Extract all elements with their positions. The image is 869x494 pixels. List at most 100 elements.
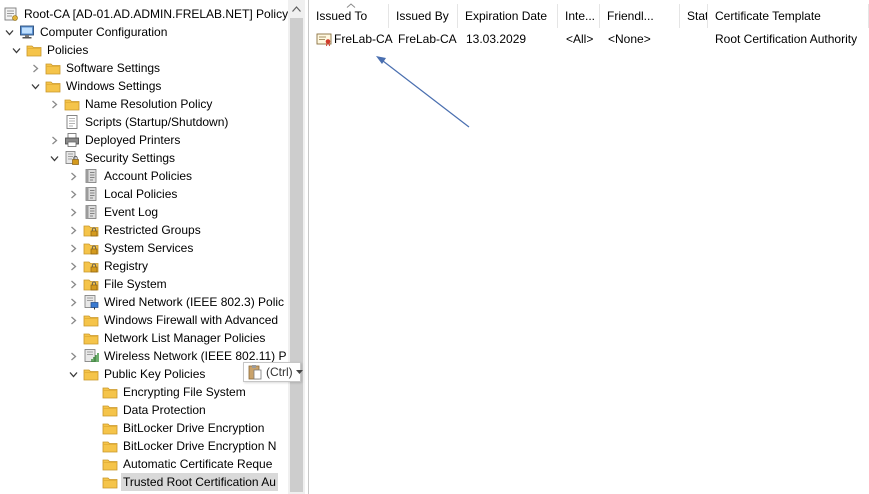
table-cell: <None> — [608, 32, 651, 46]
folder-icon — [102, 474, 118, 490]
policy-scroll-icon — [3, 6, 19, 22]
tree-item[interactable]: Public Key Policies — [67, 365, 207, 383]
table-cell: Root Certification Authority — [715, 32, 858, 46]
tree-item-label: Registry — [104, 259, 149, 273]
chevron-down-icon[interactable] — [29, 77, 41, 95]
chevron-right-icon[interactable] — [67, 347, 79, 365]
table-cell: 13.03.2029 — [466, 32, 527, 46]
tree-item[interactable]: Policies — [10, 41, 90, 59]
chevron-down-icon[interactable] — [10, 41, 22, 59]
chevron-right-icon[interactable] — [67, 221, 79, 239]
wired-network-icon — [83, 294, 99, 310]
paste-options-label: (Ctrl) — [266, 365, 293, 379]
tree-item[interactable]: Name Resolution Policy — [48, 95, 214, 113]
tree-item-label: Public Key Policies — [104, 367, 206, 381]
folder-icon — [102, 420, 118, 436]
table-cell: <All> — [566, 32, 594, 46]
folder-icon — [83, 366, 99, 382]
chevron-right-icon[interactable] — [67, 167, 79, 185]
tree-item-label: Restricted Groups — [104, 223, 201, 237]
folder-icon — [102, 402, 118, 418]
locked-folder-icon — [83, 276, 99, 292]
tree-item-label: Windows Settings — [66, 79, 162, 93]
tree-item-label: Scripts (Startup/Shutdown) — [85, 115, 229, 129]
tree-item-label: Name Resolution Policy — [85, 97, 213, 111]
policy-book-icon — [83, 204, 99, 220]
chevron-right-icon[interactable] — [67, 239, 79, 257]
tree-vertical-scrollbar[interactable] — [288, 0, 305, 494]
locked-folder-icon — [83, 258, 99, 274]
tree-item-label: Network List Manager Policies — [104, 331, 266, 345]
tree-item-label: Event Log — [104, 205, 159, 219]
tree-item-label: BitLocker Drive Encryption N — [123, 439, 277, 453]
tree-item[interactable]: File System — [67, 275, 169, 293]
tree-item-label: Encrypting File System — [123, 385, 246, 399]
chevron-right-icon[interactable] — [67, 185, 79, 203]
scroll-up-arrow-icon[interactable] — [288, 2, 305, 16]
chevron-down-icon[interactable] — [3, 23, 15, 41]
tree-item[interactable]: Trusted Root Certification Au — [86, 473, 278, 491]
tree-item[interactable]: Restricted Groups — [67, 221, 203, 239]
script-icon — [64, 114, 80, 130]
tree-item[interactable]: Network List Manager Policies — [67, 329, 267, 347]
tree-item[interactable]: Scripts (Startup/Shutdown) — [48, 113, 230, 131]
tree-item[interactable]: Encrypting File System — [86, 383, 248, 401]
folder-icon — [45, 78, 61, 94]
console-tree[interactable]: Root-CA [AD-01.AD.ADMIN.FRELAB.NET] Poli… — [0, 0, 288, 494]
chevron-right-icon[interactable] — [67, 293, 79, 311]
chevron-right-icon[interactable] — [67, 275, 79, 293]
chevron-right-icon[interactable] — [29, 59, 41, 77]
tree-item-label: Wired Network (IEEE 802.3) Polic — [104, 295, 285, 309]
tree-item[interactable]: BitLocker Drive Encryption N — [86, 437, 278, 455]
chevron-down-icon[interactable] — [48, 149, 60, 167]
tree-item[interactable]: Event Log — [67, 203, 160, 221]
tree-item[interactable]: Root-CA [AD-01.AD.ADMIN.FRELAB.NET] Poli… — [3, 5, 288, 23]
folder-icon — [64, 96, 80, 112]
tree-item-label: File System — [104, 277, 167, 291]
tree-item-label: Account Policies — [104, 169, 193, 183]
security-settings-icon — [64, 150, 80, 166]
chevron-down-icon[interactable] — [67, 365, 79, 383]
certificate-list[interactable]: Issued To Issued By Expiration Date Inte...… — [309, 0, 869, 494]
tree-item-label: System Services — [104, 241, 194, 255]
tree-item[interactable]: Computer Configuration — [3, 23, 169, 41]
tree-item[interactable]: Deployed Printers — [48, 131, 182, 149]
tree-item-label: Security Settings — [85, 151, 176, 165]
chevron-right-icon[interactable] — [67, 203, 79, 221]
tree-item[interactable]: Security Settings — [48, 149, 177, 167]
tree-item[interactable]: Registry — [67, 257, 150, 275]
tree-item-label: BitLocker Drive Encryption — [123, 421, 265, 435]
tree-item[interactable]: Account Policies — [67, 167, 194, 185]
caret-down-icon — [295, 370, 303, 374]
policy-book-icon — [83, 186, 99, 202]
chevron-right-icon[interactable] — [48, 95, 60, 113]
tree-item-label: Windows Firewall with Advanced — [104, 313, 279, 327]
tree-item[interactable]: Windows Settings — [29, 77, 163, 95]
table-row[interactable]: FreLab-CA FreLab-CA 13.03.2029 <All> <None> R… — [309, 0, 869, 60]
tree-item-label: Local Policies — [104, 187, 178, 201]
tree-item[interactable]: Data Protection — [86, 401, 208, 419]
chevron-right-icon[interactable] — [67, 311, 79, 329]
paste-options-popup[interactable]: (Ctrl) — [243, 362, 303, 382]
tree-item[interactable]: Automatic Certificate Reque — [86, 455, 274, 473]
folder-icon — [83, 312, 99, 328]
tree-item[interactable]: Software Settings — [29, 59, 162, 77]
tree-item[interactable]: BitLocker Drive Encryption — [86, 419, 266, 437]
tree-item[interactable]: System Services — [67, 239, 195, 257]
tree-item-label: Computer Configuration — [40, 25, 168, 39]
chevron-right-icon[interactable] — [67, 257, 79, 275]
scroll-thumb[interactable] — [290, 18, 303, 492]
tree-item[interactable]: Local Policies — [67, 185, 179, 203]
tree-item[interactable]: Wired Network (IEEE 802.3) Polic — [67, 293, 286, 311]
tree-item-label: Policies — [47, 43, 89, 57]
tree-item[interactable]: Windows Firewall with Advanced — [67, 311, 280, 329]
printer-icon — [64, 132, 80, 148]
chevron-right-icon[interactable] — [48, 131, 60, 149]
